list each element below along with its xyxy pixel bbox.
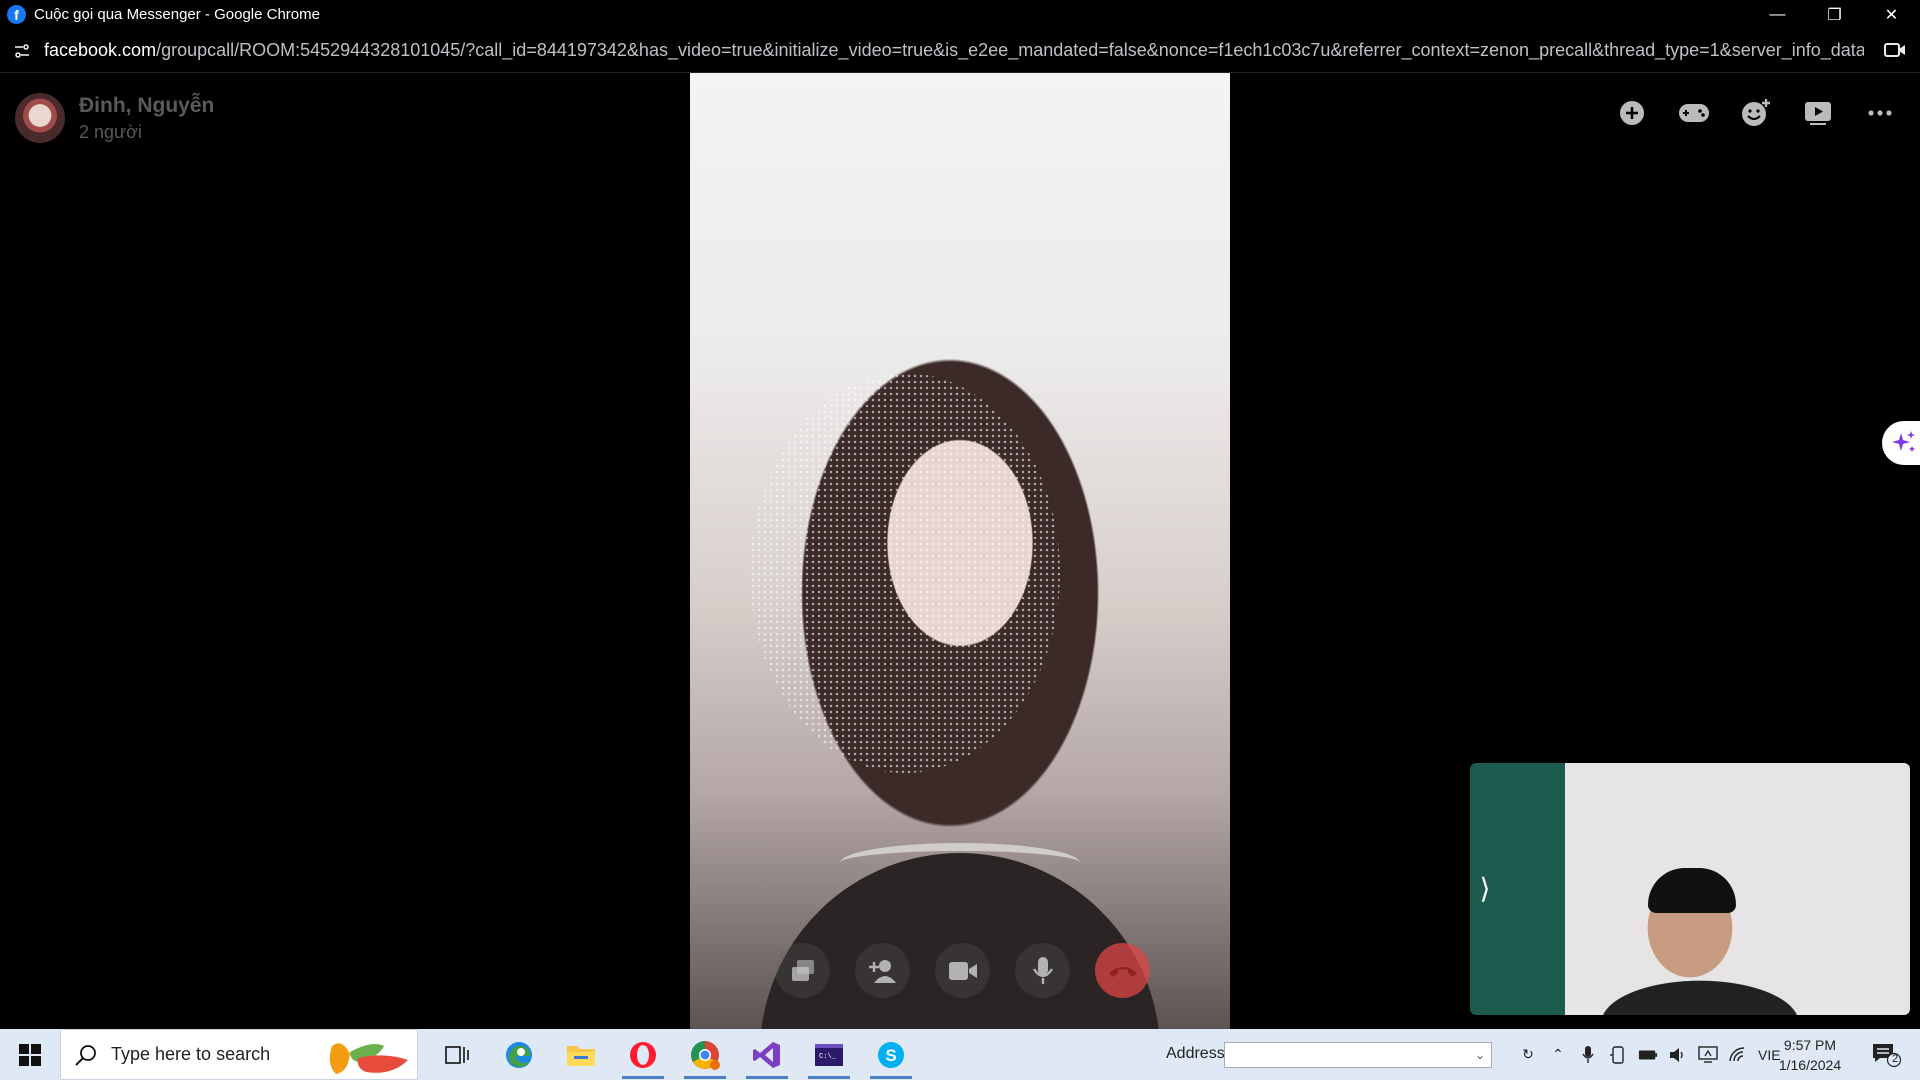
call-controls: [775, 943, 1150, 998]
call-area: Đinh, Nguyễn 2 người ⟩: [0, 73, 1920, 1029]
wifi-icon[interactable]: [1728, 1045, 1748, 1065]
title-bar: f Cuộc gọi qua Messenger - Google Chrome…: [0, 0, 1920, 29]
microphone-icon: [1032, 956, 1053, 984]
taskbar-search-box[interactable]: Type here to search: [60, 1029, 418, 1080]
taskbar-pinned-apps: C:\_ S: [426, 1029, 922, 1080]
toggle-mic-button[interactable]: [1015, 943, 1070, 998]
device-icon[interactable]: [1608, 1045, 1628, 1065]
url-field[interactable]: facebook.com/groupcall/ROOM:545294432810…: [44, 40, 1864, 61]
microphone-tray-icon[interactable]: [1578, 1045, 1598, 1065]
svg-text:S: S: [885, 1046, 896, 1065]
url-path: /groupcall/ROOM:5452944328101045/?call_i…: [156, 40, 1864, 60]
video-camera-icon: [948, 961, 977, 980]
start-button[interactable]: [0, 1029, 60, 1080]
taskbar: Type here to search C:\_ S Address ⌄ ↻ ⌃…: [0, 1029, 1920, 1080]
close-button[interactable]: ✕: [1863, 0, 1920, 29]
share-screen-icon: [791, 959, 814, 981]
window-controls: — ❐ ✕: [1749, 0, 1920, 29]
notification-count: 2: [1892, 1053, 1899, 1065]
clock[interactable]: 9:57 PM 1/16/2024: [1760, 1035, 1860, 1075]
notification-center-button[interactable]: 2: [1866, 1041, 1906, 1069]
share-screen-button[interactable]: [775, 943, 830, 998]
end-call-icon: [1108, 966, 1137, 977]
visual-studio-icon[interactable]: [736, 1029, 798, 1080]
facebook-icon: f: [7, 5, 26, 24]
battery-icon[interactable]: [1638, 1045, 1658, 1065]
taskbar-address-input[interactable]: ⌄: [1224, 1042, 1492, 1068]
collapse-self-view-button[interactable]: ⟩: [1470, 868, 1500, 908]
windows-icon: [19, 1043, 41, 1066]
site-info-icon[interactable]: [0, 29, 44, 73]
more-icon[interactable]: [1860, 93, 1900, 133]
clock-time: 9:57 PM: [1783, 1037, 1837, 1053]
chevron-up-icon[interactable]: ⌃: [1548, 1045, 1568, 1065]
window-title: Cuộc gọi qua Messenger - Google Chrome: [34, 6, 320, 23]
remote-video: [690, 73, 1230, 1029]
minimize-button[interactable]: —: [1749, 0, 1806, 29]
search-icon: [75, 1044, 96, 1066]
dropdown-arrow-icon[interactable]: ⌄: [1475, 1048, 1485, 1062]
edge-icon[interactable]: [488, 1029, 550, 1080]
add-person-icon: [868, 959, 896, 983]
terminal-icon[interactable]: C:\_: [798, 1029, 860, 1080]
sparkle-icon: [1892, 431, 1915, 452]
svg-text:C:\_: C:\_: [819, 1053, 837, 1061]
file-explorer-icon[interactable]: [550, 1029, 612, 1080]
toggle-video-button[interactable]: [935, 943, 990, 998]
search-placeholder: Type here to search: [111, 1044, 271, 1064]
chrome-icon[interactable]: [674, 1029, 736, 1080]
self-video[interactable]: ⟩: [1470, 763, 1910, 1015]
display-icon[interactable]: [1698, 1045, 1718, 1065]
clock-date: 1/16/2024: [1778, 1057, 1842, 1073]
top-actions: [1612, 93, 1900, 133]
opera-icon[interactable]: [612, 1029, 674, 1080]
ai-assistant-button[interactable]: [1882, 421, 1920, 465]
volume-icon[interactable]: [1668, 1045, 1688, 1065]
camera-in-use-icon[interactable]: [1884, 41, 1906, 64]
task-view-icon[interactable]: [426, 1029, 488, 1080]
restore-button[interactable]: ❐: [1806, 0, 1863, 29]
game-icon[interactable]: [1674, 93, 1714, 133]
address-bar: facebook.com/groupcall/ROOM:545294432810…: [0, 29, 1920, 73]
caller-name: Đinh, Nguyễn: [79, 93, 215, 117]
pepper-icon: [329, 1043, 408, 1074]
add-icon[interactable]: [1612, 93, 1652, 133]
system-tray: ↻ ⌃ VIE: [1518, 1029, 1781, 1080]
skype-icon[interactable]: S: [860, 1029, 922, 1080]
url-domain: facebook.com: [44, 40, 157, 60]
add-person-button[interactable]: [855, 943, 910, 998]
end-call-button[interactable]: [1095, 943, 1150, 998]
caller-info: Đinh, Nguyễn 2 người: [15, 93, 214, 143]
refresh-icon[interactable]: ↻: [1518, 1045, 1538, 1065]
face-filter-effect: [750, 373, 1060, 773]
emoji-add-icon[interactable]: [1736, 93, 1776, 133]
taskbar-address-label: Address: [1166, 1045, 1225, 1062]
participant-count: 2 người: [79, 121, 142, 142]
play-icon[interactable]: [1798, 93, 1838, 133]
avatar[interactable]: [15, 93, 65, 143]
